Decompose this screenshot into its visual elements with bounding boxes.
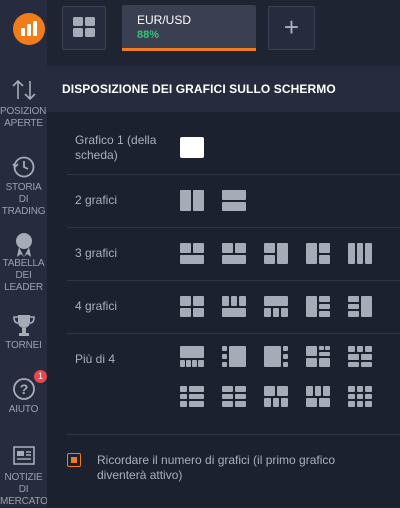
logo-area — [0, 0, 47, 64]
row-label-one: Grafico 1 (della scheda) — [75, 133, 157, 162]
sidebar-item-open-positions[interactable]: POSIZIONI APERTE — [0, 78, 47, 130]
top-bar: EUR/USD 88% + — [47, 0, 400, 64]
history-clock-icon — [0, 154, 47, 182]
svg-text:?: ? — [19, 381, 28, 397]
asset-payout: 88% — [137, 29, 160, 41]
remember-checkbox[interactable] — [67, 453, 81, 467]
add-asset-button[interactable]: + — [268, 6, 315, 50]
layout-5-c[interactable] — [264, 346, 288, 367]
layout-3-b[interactable] — [222, 243, 246, 264]
news-icon — [0, 444, 47, 472]
sidebar-item-label: TABELLA DEI LEADER — [2, 258, 45, 293]
help-icon: ? 1 — [0, 370, 47, 404]
layout-6-c[interactable] — [222, 386, 246, 407]
notification-badge: 1 — [34, 370, 47, 383]
layout-5-d[interactable] — [264, 386, 288, 407]
medal-icon — [0, 230, 47, 258]
layout-3-e[interactable] — [348, 243, 372, 264]
layout-4-c[interactable] — [264, 296, 288, 317]
row-label-four: 4 grafici — [75, 299, 118, 313]
layout-4-d[interactable] — [306, 296, 330, 317]
sidebar-item-trade-history[interactable]: STORIA DI TRADING — [0, 154, 47, 218]
sidebar-item-label: TORNEI — [5, 340, 42, 351]
sidebar-item-tournaments[interactable]: TORNEI — [0, 312, 47, 352]
layout-9[interactable] — [348, 386, 372, 407]
sidebar-item-label: NOTIZIE DI MERCATO — [0, 472, 47, 507]
layout-4-b[interactable] — [222, 296, 246, 317]
divider — [67, 434, 400, 435]
layout-3-d[interactable] — [306, 243, 330, 264]
layout-3-a[interactable] — [180, 243, 204, 264]
layout-4-a[interactable] — [180, 296, 204, 317]
row-label-three: 3 grafici — [75, 246, 118, 260]
trophy-icon — [0, 312, 47, 340]
sidebar-item-leaderboard[interactable]: TABELLA DEI LEADER — [0, 230, 47, 294]
active-tab-indicator — [122, 48, 256, 51]
panel-header: DISPOSIZIONE DEI GRAFICI SULLO SCHERMO — [47, 66, 400, 112]
remember-label: Ricordare il numero di grafici (il primo… — [97, 453, 336, 482]
row-label-more: Più di 4 — [75, 352, 116, 366]
sidebar-item-label: AIUTO — [8, 404, 39, 415]
chart-layout-button[interactable] — [62, 6, 106, 50]
layout-2-horizontal[interactable] — [222, 190, 246, 211]
layout-3-c[interactable] — [264, 243, 288, 264]
layout-7-a[interactable] — [348, 346, 372, 367]
logo-icon[interactable] — [13, 13, 45, 45]
sidebar-item-label: POSIZIONI APERTE — [0, 106, 47, 129]
layout-6-b[interactable] — [180, 386, 204, 407]
sidebar-item-label: STORIA DI TRADING — [1, 182, 46, 217]
layout-2-vertical[interactable] — [180, 190, 204, 211]
divider — [67, 174, 400, 175]
arrows-updown-icon — [0, 78, 47, 106]
sidebar-item-help[interactable]: ? 1 AIUTO — [0, 370, 47, 416]
layout-5-b[interactable] — [222, 346, 246, 367]
grid-icon — [73, 17, 95, 37]
divider — [67, 227, 400, 228]
panel-title: DISPOSIZIONE DEI GRAFICI SULLO SCHERMO — [62, 82, 336, 96]
asset-tab-eurusd[interactable]: EUR/USD 88% — [122, 5, 256, 51]
layout-4-e[interactable] — [348, 296, 372, 317]
layout-5-e[interactable] — [306, 386, 330, 407]
divider — [67, 280, 400, 281]
layout-6-a[interactable] — [306, 346, 330, 367]
divider — [67, 333, 400, 334]
asset-name: EUR/USD — [137, 13, 192, 27]
chart-layout-panel: DISPOSIZIONE DEI GRAFICI SULLO SCHERMO G… — [47, 66, 400, 507]
layout-1-chart[interactable] — [180, 137, 204, 158]
row-label-two: 2 grafici — [75, 193, 118, 207]
sidebar: POSIZIONI APERTE STORIA DI TRADING TABEL… — [0, 0, 47, 507]
sidebar-item-market-news[interactable]: NOTIZIE DI MERCATO — [0, 444, 47, 508]
layout-5-a[interactable] — [180, 346, 204, 367]
